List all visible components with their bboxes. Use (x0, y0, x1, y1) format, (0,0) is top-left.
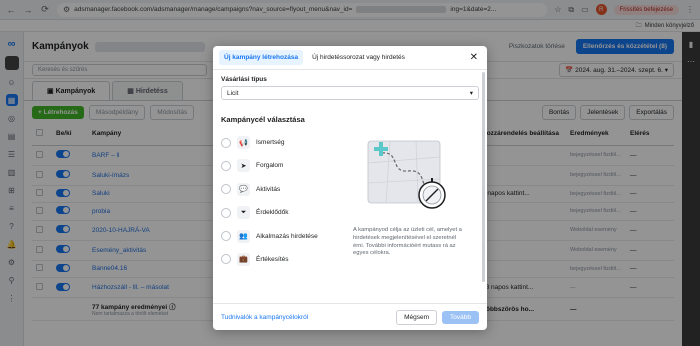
objective-illustration: A kampányod célja az üzleti cél, amelyet… (339, 133, 479, 273)
chat-icon: 💬 (237, 182, 250, 196)
tab-existing-campaign[interactable]: Új hirdetéssorozat vagy hirdetés (307, 50, 410, 65)
objective-description: A kampányod célja az üzleti cél, amelyet… (353, 227, 462, 257)
objective-label: Ismertség (256, 139, 285, 146)
learn-objectives-link[interactable]: Tudnivalók a kampánycélokról (221, 314, 308, 321)
objective-option[interactable]: 💬 Aktivitás (221, 180, 339, 199)
buying-type-select[interactable]: Licit ▾ (221, 86, 479, 100)
objective-label: Aktivitás (256, 185, 281, 193)
objective-option[interactable]: 💼 Értékesítés (221, 250, 339, 269)
dialog-footer: Tudnivalók a kampánycélokról Mégsem Tová… (213, 303, 487, 330)
objective-label: Alkalmazás hirdetése (256, 232, 318, 240)
objective-label: Forgalom (256, 162, 284, 170)
objective-heading: Kampánycél választása (221, 115, 305, 124)
dialog-body: Vásárlási típus Licit ▾ Kampánycél válas… (213, 70, 487, 279)
cursor-icon: ➤ (237, 159, 250, 173)
objective-radio[interactable] (221, 184, 231, 195)
buying-type-label: Vásárlási típus (221, 76, 267, 83)
dialog-tabs: Új kampány létrehozása Új hirdetéssoroza… (213, 46, 487, 70)
objective-radio[interactable] (221, 160, 231, 171)
cancel-button[interactable]: Mégsem (396, 309, 438, 325)
objective-grid: 📢 Ismertség ➤ Forgalom 💬 Aktivitás ⏷ Érdeklődők… (221, 133, 479, 273)
objective-label: Érdeklődők (256, 209, 289, 217)
objective-label: Értékesítés (256, 255, 289, 263)
buying-type-value: Licit (227, 89, 239, 97)
funnel-icon: ⏷ (237, 206, 250, 220)
map-compass-illustration (367, 140, 446, 209)
objective-option[interactable]: 👥 Alkalmazás hirdetése (221, 227, 339, 246)
objective-radio[interactable] (221, 207, 231, 218)
next-button[interactable]: Tovább (442, 310, 479, 324)
close-icon[interactable]: ✕ (470, 52, 478, 63)
objective-radio[interactable] (221, 254, 231, 265)
chevron-down-icon: ▾ (469, 90, 473, 97)
objective-radio[interactable] (221, 231, 231, 242)
dialog-scrollbar[interactable] (482, 72, 485, 282)
briefcase-icon: 💼 (237, 252, 250, 266)
objective-option[interactable]: 📢 Ismertség (221, 133, 339, 152)
objective-option[interactable]: ⏷ Érdeklődők (221, 203, 339, 222)
tab-new-campaign[interactable]: Új kampány létrehozása (219, 50, 304, 65)
megaphone-icon: 📢 (237, 136, 250, 149)
create-campaign-dialog: Új kampány létrehozása Új hirdetéssoroza… (213, 46, 487, 330)
objective-list: 📢 Ismertség ➤ Forgalom 💬 Aktivitás ⏷ Érdeklődők… (221, 133, 339, 273)
people-icon: 👥 (237, 229, 250, 243)
objective-option[interactable]: ➤ Forgalom (221, 156, 339, 175)
objective-radio[interactable] (221, 137, 231, 148)
